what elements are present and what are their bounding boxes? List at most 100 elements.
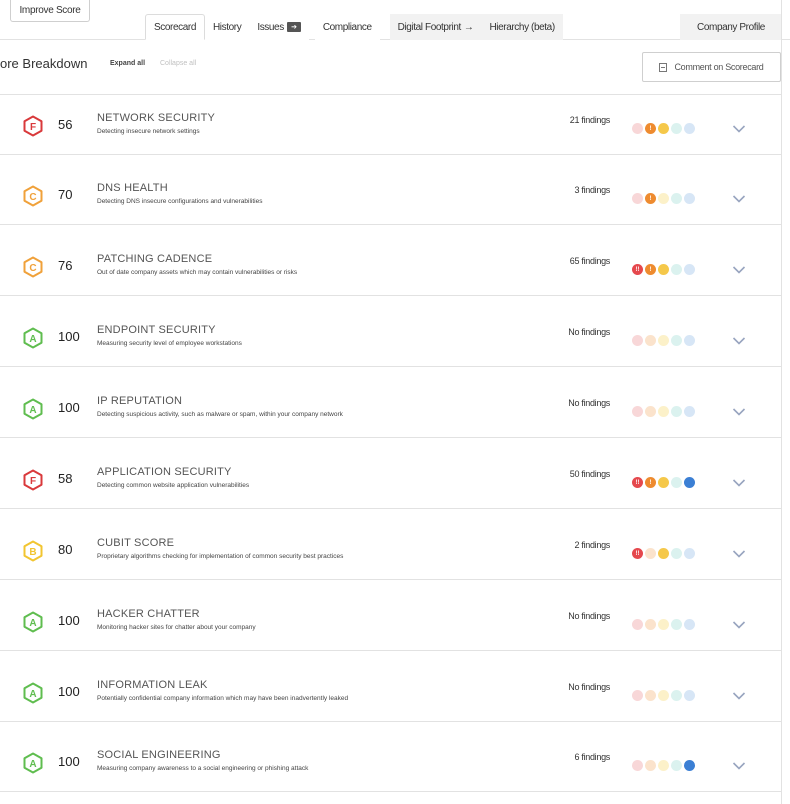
category-description: Detecting suspicious activity, such as m…	[97, 411, 343, 418]
severity-dot-high: !	[645, 123, 656, 134]
chevron-shape	[732, 550, 746, 558]
findings-count: No findings	[568, 398, 610, 408]
category-score: 70	[58, 187, 73, 202]
grade-hexagon-icon: A	[22, 611, 44, 633]
grade-letter: C	[29, 263, 36, 274]
severity-dot-low	[671, 406, 682, 417]
category-row[interactable]: A 100 HACKER CHATTER Monitoring hacker site…	[0, 591, 781, 651]
severity-dot-critical: !!	[632, 548, 643, 559]
category-title: APPLICATION SECURITY	[97, 466, 232, 478]
chevron-down-icon[interactable]	[732, 475, 746, 487]
tab-hierarchy[interactable]: Hierarchy (beta)	[481, 14, 563, 40]
chevron-down-icon[interactable]	[732, 617, 746, 629]
category-title: HACKER CHATTER	[97, 608, 200, 620]
category-score: 100	[58, 400, 80, 415]
chevron-down-icon[interactable]	[732, 758, 746, 770]
grade-hexagon-icon: C	[22, 256, 44, 278]
severity-dot-critical	[632, 760, 643, 771]
improve-score-button[interactable]: Improve Score	[10, 0, 90, 22]
category-row[interactable]: F 58 APPLICATION SECURITY Detecting common …	[0, 449, 781, 509]
tab-label: Scorecard	[154, 21, 196, 33]
category-title: IP REPUTATION	[97, 395, 183, 407]
severity-dot-low	[671, 193, 682, 204]
findings-count: 6 findings	[574, 752, 610, 762]
severity-dot-high	[645, 406, 656, 417]
expand-all-link[interactable]: Expand all	[110, 60, 145, 67]
severity-dot-critical: !!	[632, 264, 643, 275]
findings-count: 2 findings	[574, 540, 610, 550]
tab-history[interactable]: History	[204, 14, 250, 40]
category-score: 76	[58, 258, 73, 273]
tab-issues[interactable]: Issues ➔	[249, 14, 309, 40]
chevron-down-icon[interactable]	[732, 121, 746, 133]
tab-label: History	[212, 21, 242, 33]
tab-company-profile[interactable]: Company Profile	[680, 14, 782, 40]
severity-dot-info	[684, 760, 695, 771]
severity-dot-critical	[632, 406, 643, 417]
chevron-shape	[732, 762, 746, 770]
section-heading: ore Breakdown	[0, 56, 88, 71]
severity-dot-medium	[658, 193, 669, 204]
severity-dot-medium	[658, 335, 669, 346]
category-row[interactable]: C 76 PATCHING CADENCE Out of date company a…	[0, 236, 781, 296]
chevron-shape	[732, 337, 746, 345]
collapse-all-link[interactable]: Collapse all	[160, 60, 196, 67]
category-row[interactable]: A 100 IP REPUTATION Detecting suspicious ac…	[0, 378, 781, 438]
chevron-down-icon[interactable]	[732, 262, 746, 274]
chevron-down-icon[interactable]	[732, 333, 746, 345]
severity-dot-low	[671, 477, 682, 488]
comment-on-scorecard-button[interactable]: Comment on Scorecard	[642, 52, 781, 82]
category-score: 100	[58, 684, 80, 699]
findings-count: No findings	[568, 682, 610, 692]
severity-dot-critical	[632, 335, 643, 346]
category-title: NETWORK SECURITY	[97, 112, 216, 124]
severity-indicators	[632, 760, 697, 771]
chevron-down-icon[interactable]	[732, 688, 746, 700]
severity-dot-info	[684, 619, 695, 630]
chevron-down-icon[interactable]	[732, 191, 746, 203]
category-score: 100	[58, 613, 80, 628]
chevron-shape	[732, 692, 746, 700]
category-row[interactable]: A 100 INFORMATION LEAK Potentially confiden…	[0, 662, 781, 722]
tab-label: Hierarchy (beta)	[489, 21, 555, 33]
chevron-down-icon[interactable]	[732, 404, 746, 416]
tab-compliance[interactable]: Compliance	[314, 14, 380, 40]
findings-count: No findings	[568, 611, 610, 621]
severity-dot-high	[645, 690, 656, 701]
grade-hexagon-icon: A	[22, 327, 44, 349]
grade-hexagon-icon: A	[22, 682, 44, 704]
findings-count: No findings	[568, 327, 610, 337]
category-row[interactable]: A 100 SOCIAL ENGINEERING Measuring company …	[0, 732, 781, 792]
category-row[interactable]: C 70 DNS HEALTH Detecting DNS insecure conf…	[0, 165, 781, 225]
severity-dot-critical: !!	[632, 477, 643, 488]
severity-indicators	[632, 619, 697, 630]
severity-dot-low	[671, 619, 682, 630]
category-title: DNS HEALTH	[97, 182, 168, 194]
severity-dot-low	[671, 760, 682, 771]
severity-dot-high	[645, 335, 656, 346]
severity-dot-medium	[658, 406, 669, 417]
severity-indicators	[632, 406, 697, 417]
severity-dot-high: !	[645, 477, 656, 488]
grade-letter: A	[29, 618, 36, 629]
severity-dot-info	[684, 477, 695, 488]
tab-scorecard[interactable]: Scorecard	[145, 14, 205, 40]
category-row[interactable]: A 100 ENDPOINT SECURITY Measuring security …	[0, 307, 781, 367]
category-score: 100	[58, 329, 80, 344]
findings-count: 50 findings	[569, 469, 611, 479]
category-row[interactable]: F 56 NETWORK SECURITY Detecting insecure ne…	[0, 95, 781, 155]
grade-letter: A	[29, 689, 36, 700]
severity-dot-high: !	[645, 193, 656, 204]
category-description: Detecting insecure network settings	[97, 128, 200, 135]
category-title: SOCIAL ENGINEERING	[97, 749, 221, 761]
severity-dot-info	[684, 406, 695, 417]
severity-dot-critical	[632, 193, 643, 204]
tab-digital-footprint[interactable]: Digital Footprint →	[389, 14, 482, 40]
category-description: Proprietary algorithms checking for impl…	[97, 553, 344, 560]
chevron-down-icon[interactable]	[732, 546, 746, 558]
severity-dot-medium	[658, 619, 669, 630]
findings-count: 65 findings	[569, 256, 611, 266]
grade-letter: F	[30, 122, 36, 133]
category-row[interactable]: B 80 CUBIT SCORE Proprietary algorithms che…	[0, 520, 781, 580]
severity-dot-info	[684, 335, 695, 346]
